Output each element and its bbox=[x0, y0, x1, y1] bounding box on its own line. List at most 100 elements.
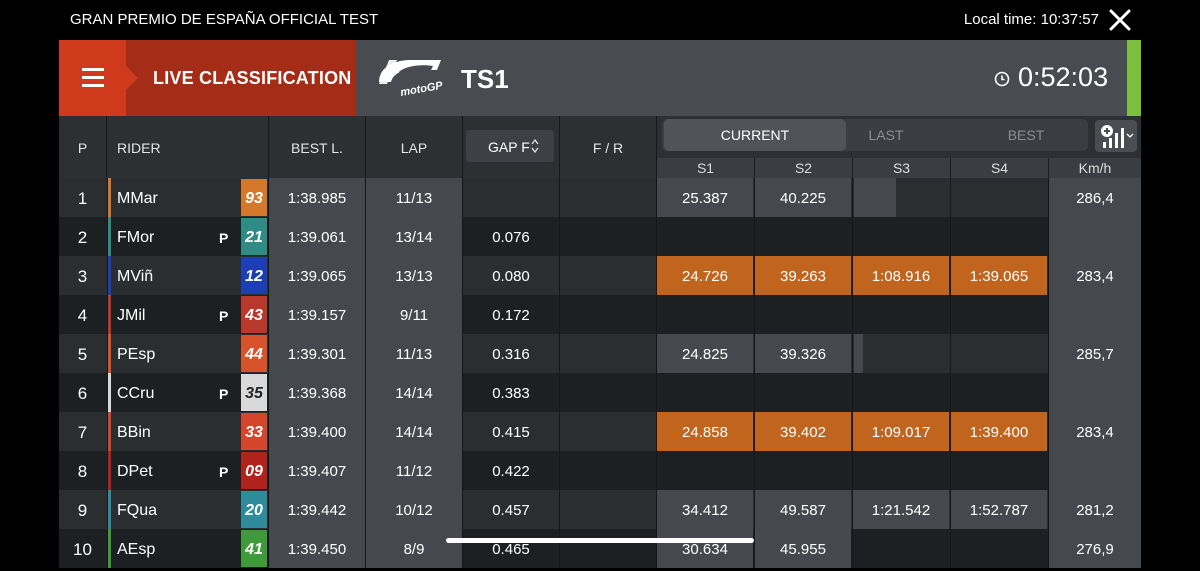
column-divider bbox=[950, 412, 951, 451]
table-row[interactable]: 1 MMar 93 1:38.985 11/13 25.387 40.225 286,4 bbox=[59, 178, 1141, 217]
column-divider bbox=[107, 373, 108, 412]
rider-name-cell[interactable]: PEsp bbox=[108, 334, 249, 373]
best-lap-cell: 1:39.065 bbox=[269, 256, 365, 295]
table-row[interactable]: 2 FMor P 21 1:39.061 13/14 0.076 bbox=[59, 217, 1141, 256]
rider-name-cell[interactable]: AEsp bbox=[108, 529, 249, 568]
column-divider bbox=[559, 256, 560, 295]
table-row[interactable]: 3 MViñ 12 1:39.065 13/13 0.080 24.726 39.263 1:0… bbox=[59, 256, 1141, 295]
gap-sort-button[interactable]: GAP F bbox=[466, 130, 554, 162]
gap-cell: 0.422 bbox=[492, 463, 530, 480]
column-divider bbox=[462, 451, 463, 490]
column-divider bbox=[365, 217, 366, 256]
position-cell: 7 bbox=[77, 423, 88, 442]
table-row[interactable]: 9 FQua 20 1:39.442 10/12 0.457 34.412 49.587 1:2… bbox=[59, 490, 1141, 529]
session-name: TS1 bbox=[461, 64, 509, 94]
column-divider bbox=[268, 178, 269, 217]
event-title: GRAN PREMIO DE ESPAÑA OFFICIAL TEST bbox=[70, 11, 379, 28]
tab-last[interactable]: LAST bbox=[846, 119, 926, 151]
top-bar: GRAN PREMIO DE ESPAÑA OFFICIAL TEST Loca… bbox=[0, 0, 1200, 40]
gap-cell: 0.383 bbox=[492, 385, 530, 402]
column-divider bbox=[656, 178, 657, 217]
table-row[interactable]: 7 BBin 33 1:39.400 14/14 0.415 24.858 39.402 1:0… bbox=[59, 412, 1141, 451]
column-divider bbox=[268, 295, 269, 334]
col-header-s1[interactable]: S1 bbox=[657, 158, 755, 178]
rider-number-badge: 93 bbox=[241, 179, 267, 216]
col-header-front-rear[interactable]: F / R bbox=[560, 116, 657, 178]
sector-mode-toggle: CURRENT LAST BEST bbox=[662, 119, 1088, 151]
tab-best[interactable]: BEST bbox=[986, 119, 1066, 151]
col-header-s3[interactable]: S3 bbox=[853, 158, 951, 178]
column-divider bbox=[754, 295, 755, 334]
tab-current[interactable]: CURRENT bbox=[664, 119, 846, 151]
column-divider bbox=[559, 451, 560, 490]
rider-name-cell[interactable]: MMar bbox=[108, 178, 249, 217]
table-row[interactable]: 6 CCru P 35 1:39.368 14/14 0.383 bbox=[59, 373, 1141, 412]
close-x-icon[interactable] bbox=[1108, 8, 1132, 32]
column-divider bbox=[107, 256, 108, 295]
menu-button[interactable] bbox=[59, 40, 126, 116]
rider-number-badge: 33 bbox=[241, 413, 267, 450]
table-row[interactable]: 5 PEsp 44 1:39.301 11/13 0.316 24.825 39.326 285… bbox=[59, 334, 1141, 373]
column-divider bbox=[462, 217, 463, 256]
col-header-s4[interactable]: S4 bbox=[951, 158, 1049, 178]
column-divider bbox=[1048, 178, 1049, 217]
column-divider bbox=[107, 490, 108, 529]
col-header-s2[interactable]: S2 bbox=[755, 158, 853, 178]
rider-name-cell[interactable]: BBin bbox=[108, 412, 249, 451]
sector-4-cell: 1:39.065 bbox=[951, 256, 1047, 295]
col-header-position[interactable]: P bbox=[59, 116, 107, 178]
column-divider bbox=[107, 217, 108, 256]
column-divider bbox=[559, 373, 560, 412]
table-row[interactable]: 8 DPet P 09 1:39.407 11/12 0.422 bbox=[59, 451, 1141, 490]
sector-3-cell bbox=[853, 529, 949, 568]
lap-count-cell: 13/14 bbox=[366, 217, 462, 256]
column-divider bbox=[559, 334, 560, 373]
rider-name-cell[interactable]: MViñ bbox=[108, 256, 249, 295]
column-divider bbox=[852, 490, 853, 529]
live-classification-tab[interactable]: LIVE CLASSIFICATION bbox=[126, 40, 356, 116]
column-divider bbox=[462, 178, 463, 217]
table-row[interactable]: 10 AEsp 41 1:39.450 8/9 0.465 30.634 45.955 276,… bbox=[59, 529, 1141, 568]
position-cell: 1 bbox=[77, 189, 88, 208]
column-divider bbox=[462, 529, 463, 568]
column-divider bbox=[268, 451, 269, 490]
front-rear-cell bbox=[560, 373, 656, 412]
column-divider bbox=[365, 256, 366, 295]
sector-progress-bar bbox=[854, 178, 896, 217]
column-divider bbox=[268, 334, 269, 373]
column-divider bbox=[1048, 490, 1049, 529]
sector-2-cell: 39.263 bbox=[755, 256, 851, 295]
table-row[interactable]: 4 JMil P 43 1:39.157 9/11 0.172 bbox=[59, 295, 1141, 334]
sector-3-cell bbox=[853, 451, 949, 490]
motogp-logo: motoGP bbox=[379, 60, 444, 99]
sector-1-cell bbox=[657, 295, 753, 334]
column-divider bbox=[656, 373, 657, 412]
speed-cell: 276,9 bbox=[1049, 529, 1141, 568]
column-divider bbox=[852, 178, 853, 217]
best-lap-cell: 1:38.985 bbox=[269, 178, 365, 217]
best-lap-cell: 1:39.442 bbox=[269, 490, 365, 529]
column-divider bbox=[268, 373, 269, 412]
col-header-lap[interactable]: LAP bbox=[366, 116, 463, 178]
rider-number-badge: 43 bbox=[241, 296, 267, 333]
signal-settings-button[interactable] bbox=[1095, 120, 1137, 152]
home-indicator[interactable] bbox=[446, 538, 754, 543]
lap-count-cell: 14/14 bbox=[366, 412, 462, 451]
column-divider bbox=[268, 256, 269, 295]
col-header-rider[interactable]: RIDER bbox=[107, 116, 269, 178]
sector-3-cell bbox=[853, 217, 949, 256]
gap-cell: 0.316 bbox=[492, 346, 530, 363]
front-rear-cell bbox=[560, 178, 656, 217]
column-divider bbox=[107, 451, 108, 490]
column-divider bbox=[852, 256, 853, 295]
column-divider bbox=[365, 412, 366, 451]
rider-number-badge: 20 bbox=[241, 491, 267, 528]
rider-name-cell[interactable]: FQua bbox=[108, 490, 249, 529]
sector-3-cell: 1:21.542 bbox=[853, 490, 949, 529]
col-header-speed[interactable]: Km/h bbox=[1049, 158, 1141, 178]
gap-cell: 0.080 bbox=[492, 268, 530, 285]
column-divider bbox=[462, 490, 463, 529]
best-lap-cell: 1:39.450 bbox=[269, 529, 365, 568]
front-rear-cell bbox=[560, 490, 656, 529]
col-header-best-lap[interactable]: BEST L. bbox=[269, 116, 366, 178]
